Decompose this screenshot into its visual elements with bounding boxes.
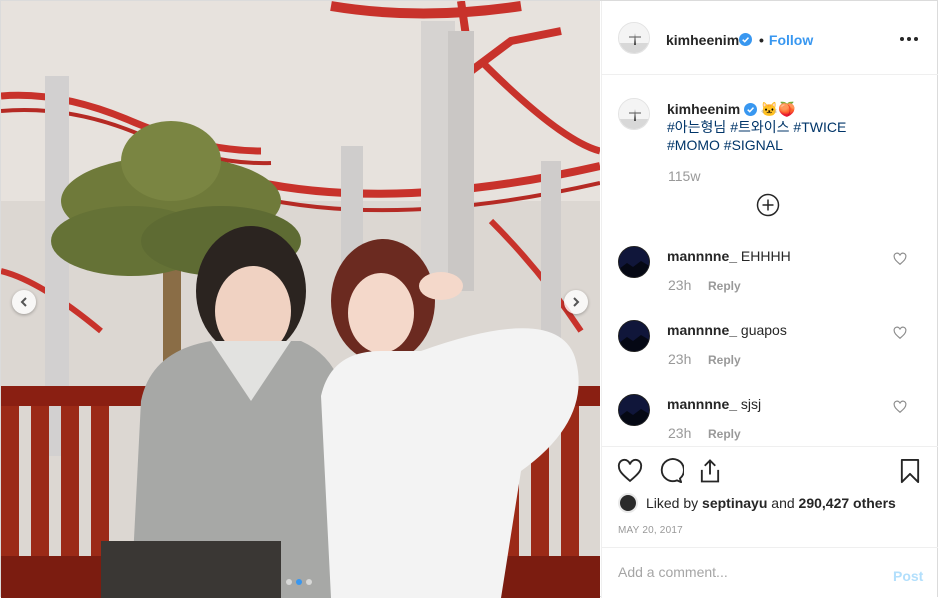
like-button[interactable] [616, 457, 644, 485]
chevron-left-icon [20, 297, 27, 307]
more-options-button[interactable] [900, 29, 922, 49]
more-dot-icon [900, 37, 904, 41]
reply-button[interactable]: Reply [708, 353, 741, 367]
comment-item: mannnne_ guapos 23h Reply [602, 320, 938, 394]
caption-text: kimheenim 🐱🍑 #아는형님 #트와이스 #TWICE #MOMO #S… [667, 100, 897, 154]
hashtag-link[interactable]: #SIGNAL [724, 137, 783, 153]
comment-body: mannnne_ guapos [667, 322, 887, 338]
carousel-dot-active [296, 579, 302, 585]
comment-timestamp: 23h [668, 277, 692, 293]
follow-button[interactable]: • Follow [759, 32, 813, 48]
comment-like-heart-icon[interactable] [893, 326, 907, 340]
comment-body: mannnne_ sjsj [667, 396, 887, 412]
share-button[interactable] [696, 457, 724, 485]
add-comment-form: Post [602, 547, 938, 599]
avatar-image [619, 321, 649, 351]
post-actions: Liked by septinayu and 290,427 others MA… [602, 446, 938, 598]
chevron-right-icon [573, 297, 580, 307]
caption-emojis: 🐱🍑 [760, 101, 796, 117]
carousel-dot [286, 579, 292, 585]
follow-label: Follow [768, 32, 814, 48]
avatar-image [619, 23, 649, 53]
commenter-avatar[interactable] [618, 320, 650, 352]
avatar-image [619, 395, 649, 425]
comment-bubble-icon [660, 458, 685, 484]
carousel-indicator [286, 579, 312, 585]
hashtag-link[interactable]: #아는형님 [667, 119, 726, 135]
comment-like-heart-icon[interactable] [893, 400, 907, 414]
post-date: MAY 20, 2017 [618, 525, 683, 536]
verified-badge-icon [744, 103, 758, 116]
hashtag-link[interactable]: #MOMO [667, 137, 720, 153]
commenter-username[interactable]: mannnne_ [667, 322, 737, 338]
heart-icon [617, 458, 643, 483]
load-more-comments-button[interactable] [756, 193, 780, 217]
post-sidebar: kimheenim • Follow kimheenim 🐱🍑 #아는형님 #트… [601, 1, 938, 598]
reply-button[interactable]: Reply [708, 427, 741, 441]
comment-like-heart-icon[interactable] [893, 252, 907, 266]
comment-text: sjsj [740, 396, 762, 412]
more-dot-icon [914, 37, 918, 41]
avatar-image [619, 99, 649, 129]
comment-button[interactable] [656, 457, 685, 485]
likes-count-link[interactable]: 290,427 others [799, 495, 896, 511]
comment-item: mannnne_ EHHHH 23h Reply [602, 246, 938, 320]
commenter-avatar[interactable] [618, 246, 650, 278]
carousel-dot [306, 579, 312, 585]
post-header: kimheenim • Follow [602, 1, 938, 75]
author-avatar[interactable] [618, 22, 650, 54]
share-icon [700, 459, 720, 483]
bookmark-icon [900, 458, 920, 484]
likes-conjunction: and [771, 495, 795, 511]
carousel-next-button[interactable] [564, 290, 588, 314]
photo-scene [1, 1, 600, 598]
caption-username[interactable]: kimheenim [667, 101, 740, 117]
caption-author-avatar[interactable] [618, 98, 650, 130]
comment-body: mannnne_ EHHHH [667, 248, 887, 264]
hashtag-link[interactable]: #TWICE [793, 119, 846, 135]
post-comment-button[interactable]: Post [893, 568, 923, 584]
comment-timestamp: 23h [668, 351, 692, 367]
save-button[interactable] [896, 457, 924, 485]
author-username[interactable]: kimheenim [666, 32, 739, 48]
liker-avatar[interactable] [618, 493, 638, 513]
comment-text: guapos [740, 322, 787, 338]
likes-prefix: Liked by [646, 495, 699, 511]
follow-separator: • [759, 32, 764, 48]
hashtag-link[interactable]: #트와이스 [730, 119, 789, 135]
caption-timestamp: 115w [668, 168, 701, 184]
instagram-post: kimheenim • Follow kimheenim 🐱🍑 #아는형님 #트… [0, 0, 938, 598]
reply-button[interactable]: Reply [708, 279, 741, 293]
comment-text: EHHHH [740, 248, 791, 264]
comment-timestamp: 23h [668, 425, 692, 441]
avatar-image [619, 247, 649, 277]
comment-item: mannnne_ sjsj 23h Reply [602, 394, 938, 446]
more-dot-icon [907, 37, 911, 41]
likes-summary: Liked by septinayu and 290,427 others [618, 493, 896, 513]
comment-input[interactable] [618, 564, 868, 580]
liker-username[interactable]: septinayu [702, 495, 767, 511]
commenter-avatar[interactable] [618, 394, 650, 426]
plus-circle-icon [756, 193, 780, 217]
verified-badge-icon [739, 33, 752, 46]
commenter-username[interactable]: mannnne_ [667, 248, 737, 264]
comments-list[interactable]: kimheenim 🐱🍑 #아는형님 #트와이스 #TWICE #MOMO #S… [602, 76, 938, 446]
post-photo[interactable] [1, 1, 600, 598]
commenter-username[interactable]: mannnne_ [667, 396, 737, 412]
carousel-prev-button[interactable] [12, 290, 36, 314]
